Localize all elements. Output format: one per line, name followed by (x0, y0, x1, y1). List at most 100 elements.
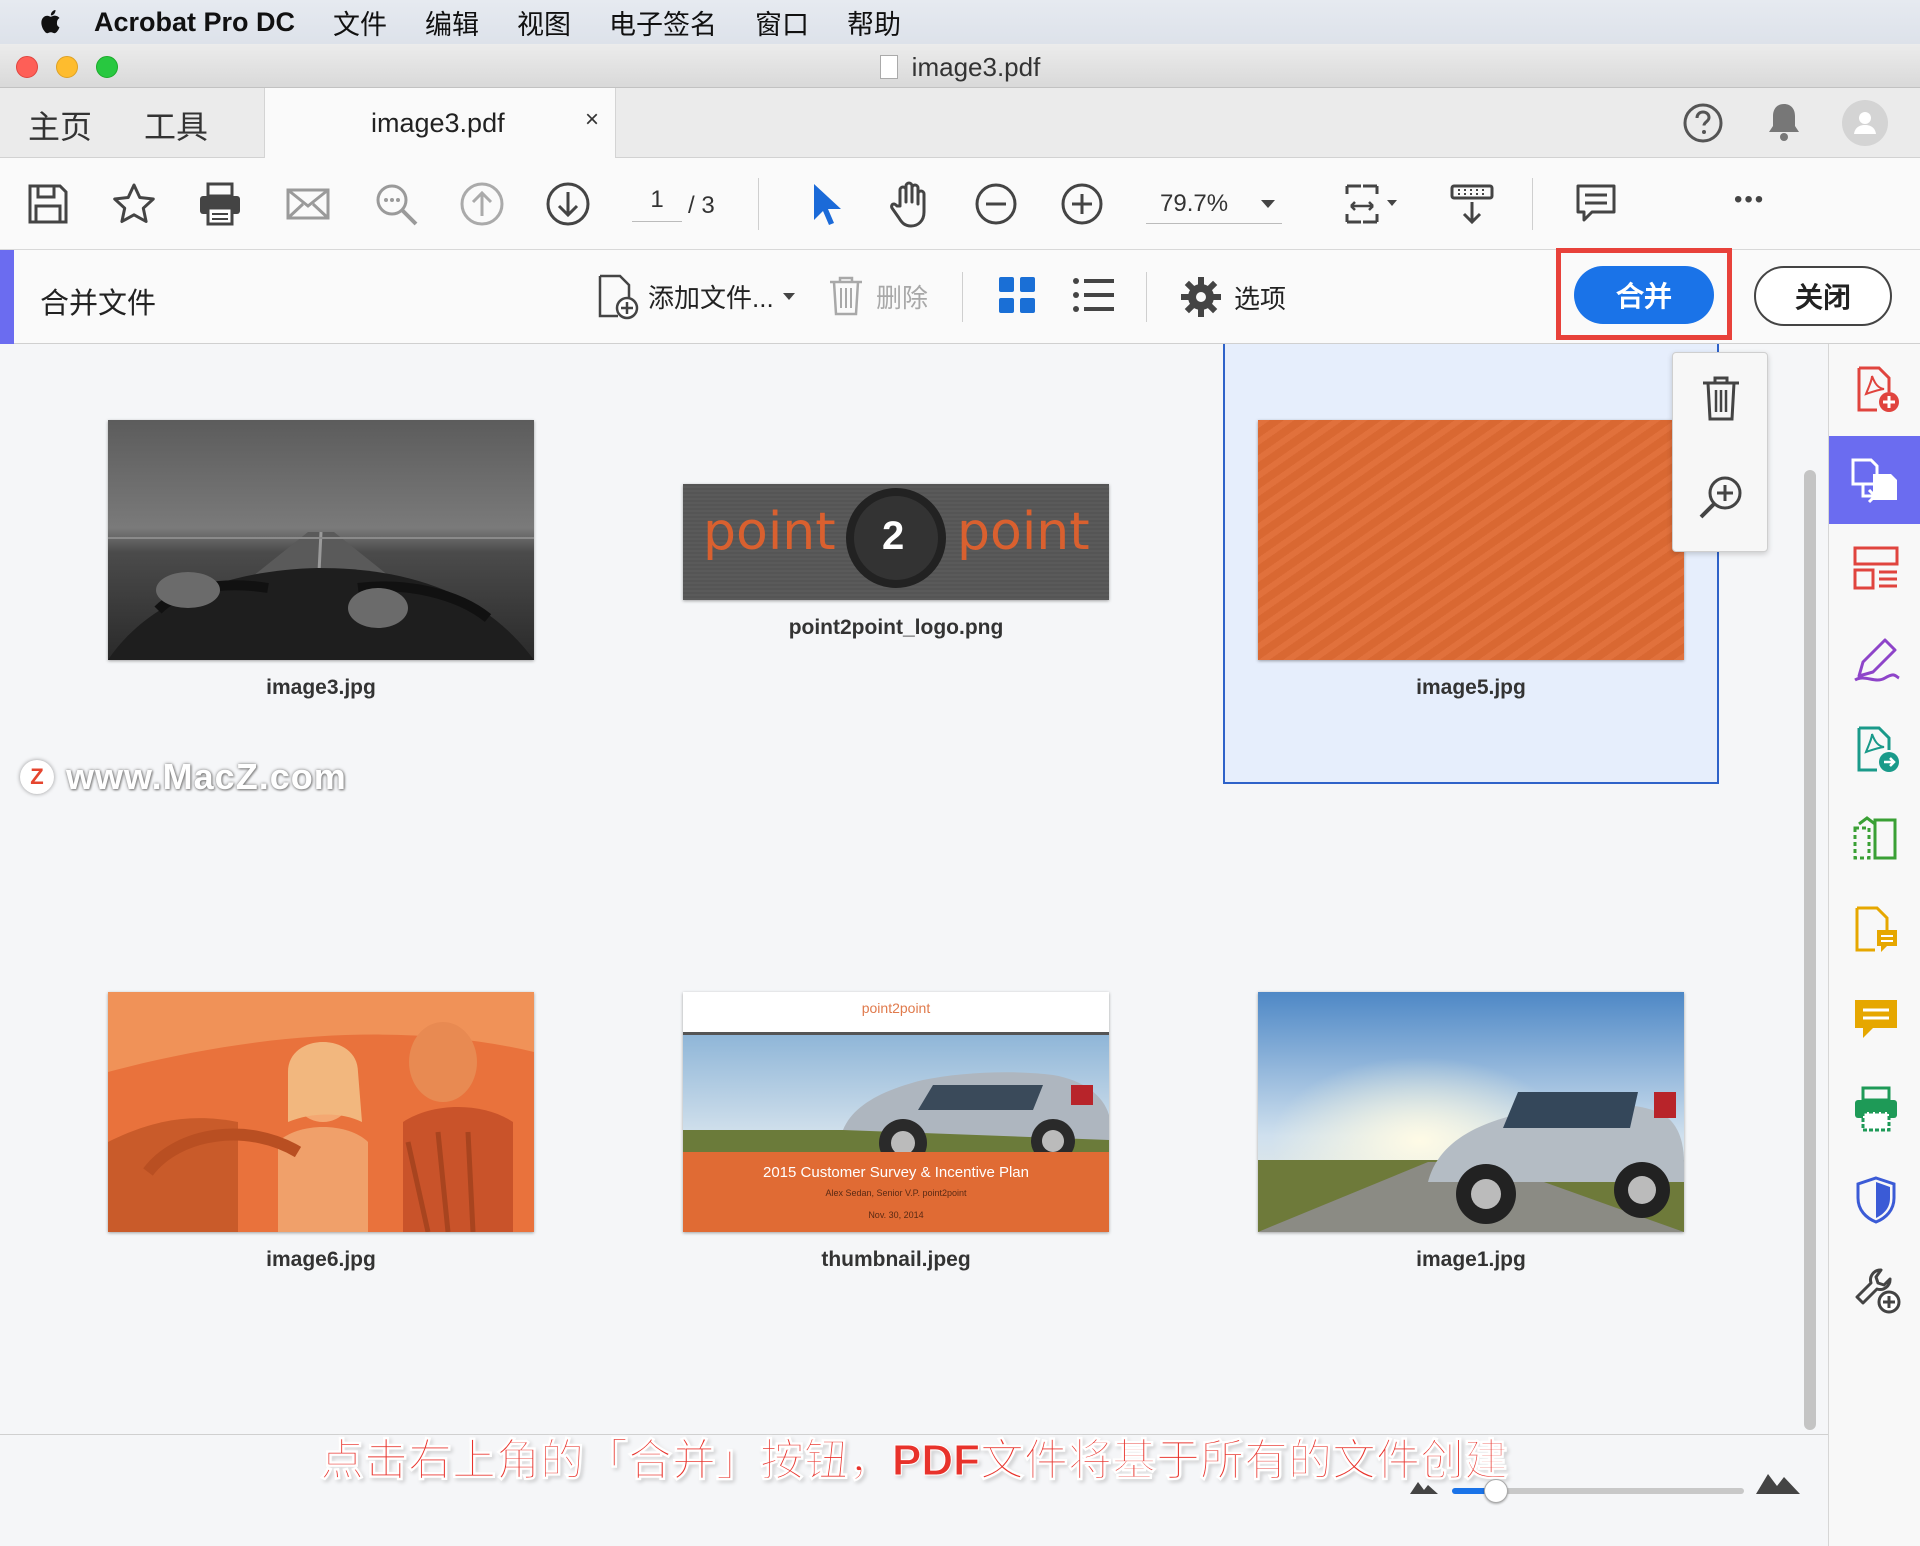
steering-wheel-icon: 2 (846, 488, 946, 588)
trash-icon (830, 276, 862, 316)
suv-sunset-image (1258, 992, 1684, 1232)
print-production-icon[interactable] (1851, 1084, 1901, 1134)
comment-icon[interactable] (1570, 178, 1622, 230)
tab-document[interactable]: image3.pdf × (264, 88, 616, 158)
merge-label: 合并 (1615, 281, 1672, 312)
compress-pdf-icon[interactable] (1851, 814, 1901, 864)
watermark-badge: Z (30, 764, 44, 789)
file-name: thumbnail.jpeg (821, 1248, 971, 1271)
file-thumbnail[interactable] (108, 420, 534, 660)
save-icon[interactable] (22, 178, 74, 230)
menu-esign[interactable]: 电子签名 (609, 3, 717, 42)
chevron-down-icon (782, 292, 795, 300)
file-name: image5.jpg (1416, 676, 1526, 699)
combine-files-tool[interactable] (1829, 436, 1920, 524)
close-tab-icon[interactable]: × (585, 106, 599, 134)
create-pdf-icon[interactable] (1851, 364, 1901, 414)
toolbar-divider (758, 178, 759, 230)
bell-icon[interactable] (1764, 100, 1804, 144)
comment-tool-icon[interactable] (1851, 904, 1901, 954)
grid-view-icon[interactable] (998, 276, 1036, 314)
menu-edit[interactable]: 编辑 (425, 3, 479, 42)
tutorial-subtitle: 点击右上角的「合并」按钮，PDF文件将基于所有的文件创建 (320, 1436, 1509, 1486)
thumbnail-size-slider[interactable] (1452, 1479, 1744, 1503)
cursor-icon[interactable] (798, 178, 850, 230)
page-down-icon[interactable] (542, 178, 594, 230)
small-thumbnail-icon[interactable] (1408, 1476, 1440, 1496)
file-thumbnail[interactable]: point2point 2015 Customer Survey & Incen… (683, 992, 1109, 1232)
watermark-text: www.MacZ.com (66, 756, 347, 797)
file-name: image1.jpg (1416, 1248, 1526, 1271)
scroll-mode-icon[interactable] (1444, 178, 1500, 230)
organize-pages-icon[interactable] (1851, 544, 1901, 594)
gear-icon (1181, 277, 1221, 317)
scrollbar-thumb[interactable] (1804, 470, 1816, 1430)
more-tools-icon[interactable] (1851, 1264, 1901, 1314)
combine-divider (1146, 272, 1147, 322)
tab-home[interactable]: 主页 (28, 102, 92, 148)
file-thumbnail[interactable] (108, 992, 534, 1232)
hand-icon[interactable] (884, 178, 936, 230)
menu-view[interactable]: 视图 (517, 3, 571, 42)
tab-document-label: image3.pdf (371, 108, 505, 138)
window-titlebar: image3.pdf (0, 44, 1920, 88)
add-files-label: 添加文件... (648, 282, 774, 313)
mac-menubar: Acrobat Pro DC 文件 编辑 视图 电子签名 窗口 帮助 (0, 0, 1920, 44)
options-button[interactable]: 选项 (1180, 274, 1286, 320)
logo-number: 2 (882, 514, 905, 558)
fill-sign-icon[interactable] (1851, 634, 1901, 684)
zoom-out-icon[interactable] (970, 178, 1022, 230)
protect-shield-icon[interactable] (1851, 1174, 1901, 1224)
help-icon[interactable] (1682, 102, 1724, 144)
couple-in-car-image (108, 992, 534, 1232)
combine-title: 合并文件 (40, 288, 157, 320)
slide-banner: 2015 Customer Survey & Incentive Plan Al… (683, 1152, 1109, 1232)
close-tool-button[interactable]: 关闭 (1754, 266, 1892, 326)
page-total: / 3 (688, 192, 715, 219)
menu-window[interactable]: 窗口 (755, 3, 809, 42)
add-comment-icon[interactable] (1851, 994, 1901, 1044)
file-thumbnail[interactable] (1258, 420, 1684, 660)
logo-text-right: point (957, 502, 1090, 562)
page-up-icon[interactable] (456, 178, 508, 230)
large-thumbnail-icon[interactable] (1754, 1466, 1802, 1496)
merge-button[interactable]: 合并 (1574, 266, 1714, 324)
file-thumbnail[interactable] (1258, 992, 1684, 1232)
trash-icon[interactable] (1699, 375, 1743, 423)
slider-knob[interactable] (1483, 1479, 1508, 1503)
user-icon[interactable] (1842, 100, 1888, 146)
tab-tools[interactable]: 工具 (144, 102, 208, 148)
slide-brand: point2point (861, 1000, 931, 1016)
zoom-preview-icon[interactable] (1697, 473, 1745, 521)
list-view-icon[interactable] (1072, 276, 1114, 314)
menu-file[interactable]: 文件 (333, 3, 387, 42)
thumbnail-actions-popup (1672, 352, 1768, 552)
combine-files-icon (1851, 458, 1897, 504)
more-options-icon[interactable]: ••• (1734, 186, 1765, 214)
road-photo-image (108, 420, 534, 660)
apple-icon[interactable] (40, 8, 64, 36)
add-files-button[interactable]: 添加文件... (594, 272, 796, 320)
combine-files-bar: 合并文件 添加文件... 删除 选项 合并 关闭 (0, 248, 1920, 344)
add-file-icon (598, 274, 639, 320)
delete-button[interactable]: 删除 (826, 272, 928, 320)
zoom-select[interactable]: 79.7% (1146, 184, 1282, 224)
suv-photo-image (683, 1035, 1109, 1155)
fit-page-icon[interactable] (1336, 178, 1406, 230)
combine-divider (962, 272, 963, 322)
file-name: image3.jpg (266, 676, 376, 699)
file-thumbnail[interactable]: point 2 point (683, 484, 1109, 600)
mail-icon[interactable] (282, 178, 334, 230)
options-label: 选项 (1234, 283, 1287, 314)
zoom-in-icon[interactable] (1056, 178, 1108, 230)
slide-title: 2015 Customer Survey & Incentive Plan (763, 1164, 1029, 1181)
menu-help[interactable]: 帮助 (847, 3, 901, 42)
star-icon[interactable] (108, 178, 160, 230)
print-icon[interactable] (194, 178, 246, 230)
tools-side-pane (1828, 344, 1920, 1546)
page-number-input[interactable]: 1 (632, 186, 682, 222)
export-pdf-icon[interactable] (1851, 724, 1901, 774)
orange-texture (1258, 420, 1684, 660)
app-menu[interactable]: Acrobat Pro DC (94, 7, 295, 38)
search-icon[interactable] (370, 178, 422, 230)
